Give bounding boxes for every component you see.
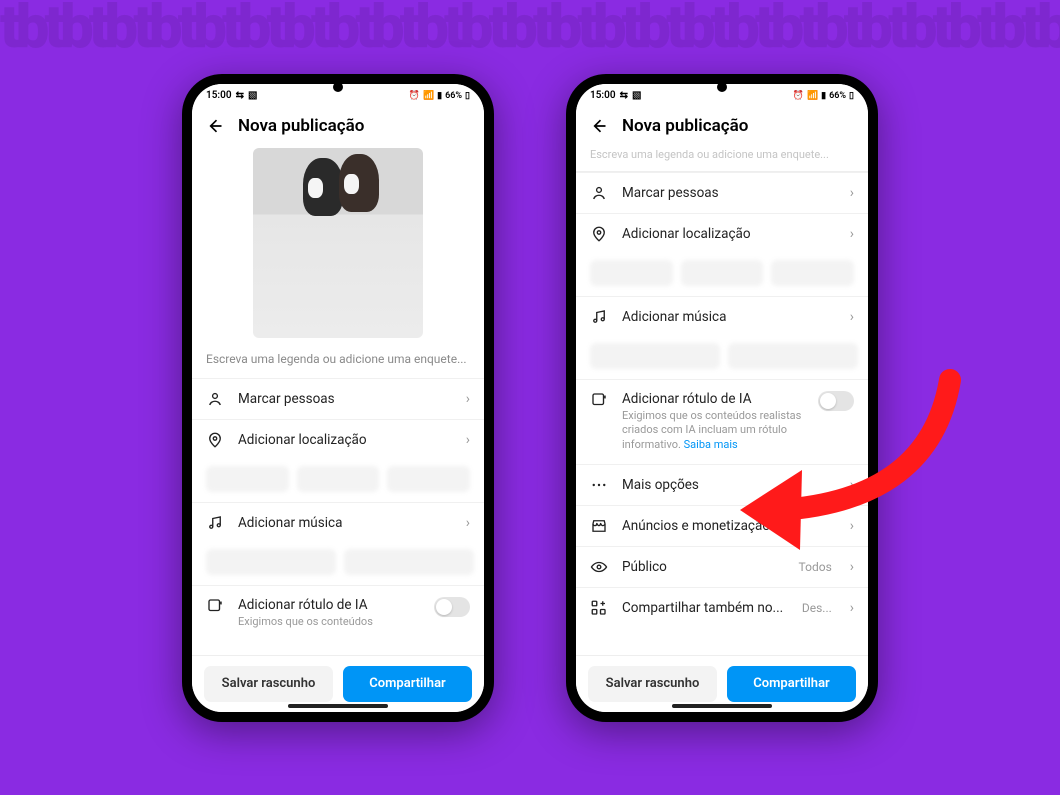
suggestion-chip[interactable] xyxy=(206,549,336,575)
status-indicator-icon: ⇆ xyxy=(620,90,628,101)
person-icon xyxy=(590,184,608,202)
music-suggestions xyxy=(192,543,484,585)
chevron-right-icon: › xyxy=(850,477,854,493)
camera-notch xyxy=(717,82,727,92)
audience-value: Todos xyxy=(799,560,832,574)
home-indicator[interactable] xyxy=(288,704,388,708)
suggestion-chip[interactable] xyxy=(590,260,673,286)
suggestion-chip[interactable] xyxy=(681,260,764,286)
wifi-icon: 📶 xyxy=(807,91,818,101)
status-time: 15:00 xyxy=(206,90,232,101)
sparkle-icon xyxy=(590,391,608,409)
ai-label-toggle[interactable] xyxy=(434,597,470,617)
app-header: Nova publicação xyxy=(192,108,484,144)
save-draft-button[interactable]: Salvar rascunho xyxy=(588,666,717,702)
battery-percent: 66% xyxy=(445,91,462,101)
wifi-icon: 📶 xyxy=(423,91,434,101)
suggestion-chip[interactable] xyxy=(297,466,380,492)
share-button[interactable]: Compartilhar xyxy=(343,666,472,702)
status-image-icon: ▧ xyxy=(248,90,257,101)
row-share-also[interactable]: Compartilhar também no... Des... › xyxy=(576,587,868,628)
scroll-content[interactable]: Escreva uma legenda ou adicione uma enqu… xyxy=(192,144,484,655)
alarm-icon: ⏰ xyxy=(793,91,804,101)
ai-label-title: Adicionar rótulo de IA xyxy=(622,391,804,407)
music-suggestions xyxy=(576,337,868,379)
chevron-right-icon: › xyxy=(466,515,470,531)
chevron-right-icon: › xyxy=(850,309,854,325)
caption-input[interactable]: Escreva uma legenda ou adicione uma enqu… xyxy=(192,344,484,378)
camera-notch xyxy=(333,82,343,92)
row-tag-people[interactable]: Marcar pessoas › xyxy=(192,378,484,419)
suggestion-chip[interactable] xyxy=(206,466,289,492)
background-pattern: tbtbtbtbtbtbtbtbtbtbtbtbtbtbtbtbtbtbtbtb… xyxy=(0,0,1060,795)
status-indicator-icon: ⇆ xyxy=(236,90,244,101)
row-more-options[interactable]: Mais opções › xyxy=(576,464,868,505)
back-button[interactable] xyxy=(204,116,224,136)
suggestion-chip[interactable] xyxy=(590,343,720,369)
location-suggestions xyxy=(576,254,868,296)
row-audience[interactable]: Público Todos › xyxy=(576,546,868,587)
page-title: Nova publicação xyxy=(622,116,748,136)
chevron-right-icon: › xyxy=(850,226,854,242)
scroll-content[interactable]: Escreva uma legenda ou adicione uma enqu… xyxy=(576,144,868,655)
location-pin-icon xyxy=(206,431,224,449)
back-button[interactable] xyxy=(588,116,608,136)
phone-right: 15:00 ⇆ ▧ ⏰ 📶 ▮ 66% ▯ Nova publicação Es… xyxy=(566,74,878,722)
share-button[interactable]: Compartilhar xyxy=(727,666,856,702)
person-icon xyxy=(206,390,224,408)
music-note-icon xyxy=(590,308,608,326)
chevron-right-icon: › xyxy=(466,432,470,448)
row-ai-label: Adicionar rótulo de IA Exigimos que os c… xyxy=(576,379,868,465)
row-add-location[interactable]: Adicionar localização › xyxy=(192,419,484,460)
chevron-right-icon: › xyxy=(850,518,854,534)
eye-icon xyxy=(590,558,608,576)
row-add-location[interactable]: Adicionar localização › xyxy=(576,213,868,254)
battery-icon: ▯ xyxy=(465,91,470,101)
signal-icon: ▮ xyxy=(821,91,826,101)
signal-icon: ▮ xyxy=(437,91,442,101)
row-add-music[interactable]: Adicionar música › xyxy=(576,296,868,337)
more-dots-icon xyxy=(590,476,608,494)
music-note-icon xyxy=(206,514,224,532)
ai-label-title: Adicionar rótulo de IA xyxy=(238,597,420,613)
chevron-right-icon: › xyxy=(850,185,854,201)
chevron-right-icon: › xyxy=(850,559,854,575)
status-time: 15:00 xyxy=(590,90,616,101)
post-image-preview[interactable] xyxy=(253,148,423,338)
page-title: Nova publicação xyxy=(238,116,364,136)
app-header: Nova publicação xyxy=(576,108,868,144)
ai-label-subtitle: Exigimos que os conteúdos xyxy=(238,615,420,630)
phone-left: 15:00 ⇆ ▧ ⏰ 📶 ▮ 66% ▯ Nova publicação xyxy=(182,74,494,722)
chevron-right-icon: › xyxy=(466,391,470,407)
apps-grid-icon xyxy=(590,599,608,617)
ai-label-subtitle: Exigimos que os conteúdos realistas cria… xyxy=(622,409,804,454)
caption-input[interactable]: Escreva uma legenda ou adicione uma enqu… xyxy=(576,144,868,172)
share-also-value: Des... xyxy=(802,601,832,615)
status-image-icon: ▧ xyxy=(632,90,641,101)
battery-icon: ▯ xyxy=(849,91,854,101)
alarm-icon: ⏰ xyxy=(409,91,420,101)
row-ads-monetization[interactable]: Anúncios e monetização › xyxy=(576,505,868,546)
suggestion-chip[interactable] xyxy=(344,549,474,575)
sparkle-icon xyxy=(206,597,224,615)
chevron-right-icon: › xyxy=(850,600,854,616)
save-draft-button[interactable]: Salvar rascunho xyxy=(204,666,333,702)
battery-percent: 66% xyxy=(829,91,846,101)
home-indicator[interactable] xyxy=(672,704,772,708)
location-suggestions xyxy=(192,460,484,502)
row-ai-label: Adicionar rótulo de IA Exigimos que os c… xyxy=(192,585,484,641)
row-add-music[interactable]: Adicionar música › xyxy=(192,502,484,543)
suggestion-chip[interactable] xyxy=(771,260,854,286)
suggestion-chip[interactable] xyxy=(387,466,470,492)
store-icon xyxy=(590,517,608,535)
row-tag-people[interactable]: Marcar pessoas › xyxy=(576,172,868,213)
ai-label-toggle[interactable] xyxy=(818,391,854,411)
suggestion-chip[interactable] xyxy=(728,343,858,369)
location-pin-icon xyxy=(590,225,608,243)
ai-learn-more-link[interactable]: Saiba mais xyxy=(684,438,738,451)
